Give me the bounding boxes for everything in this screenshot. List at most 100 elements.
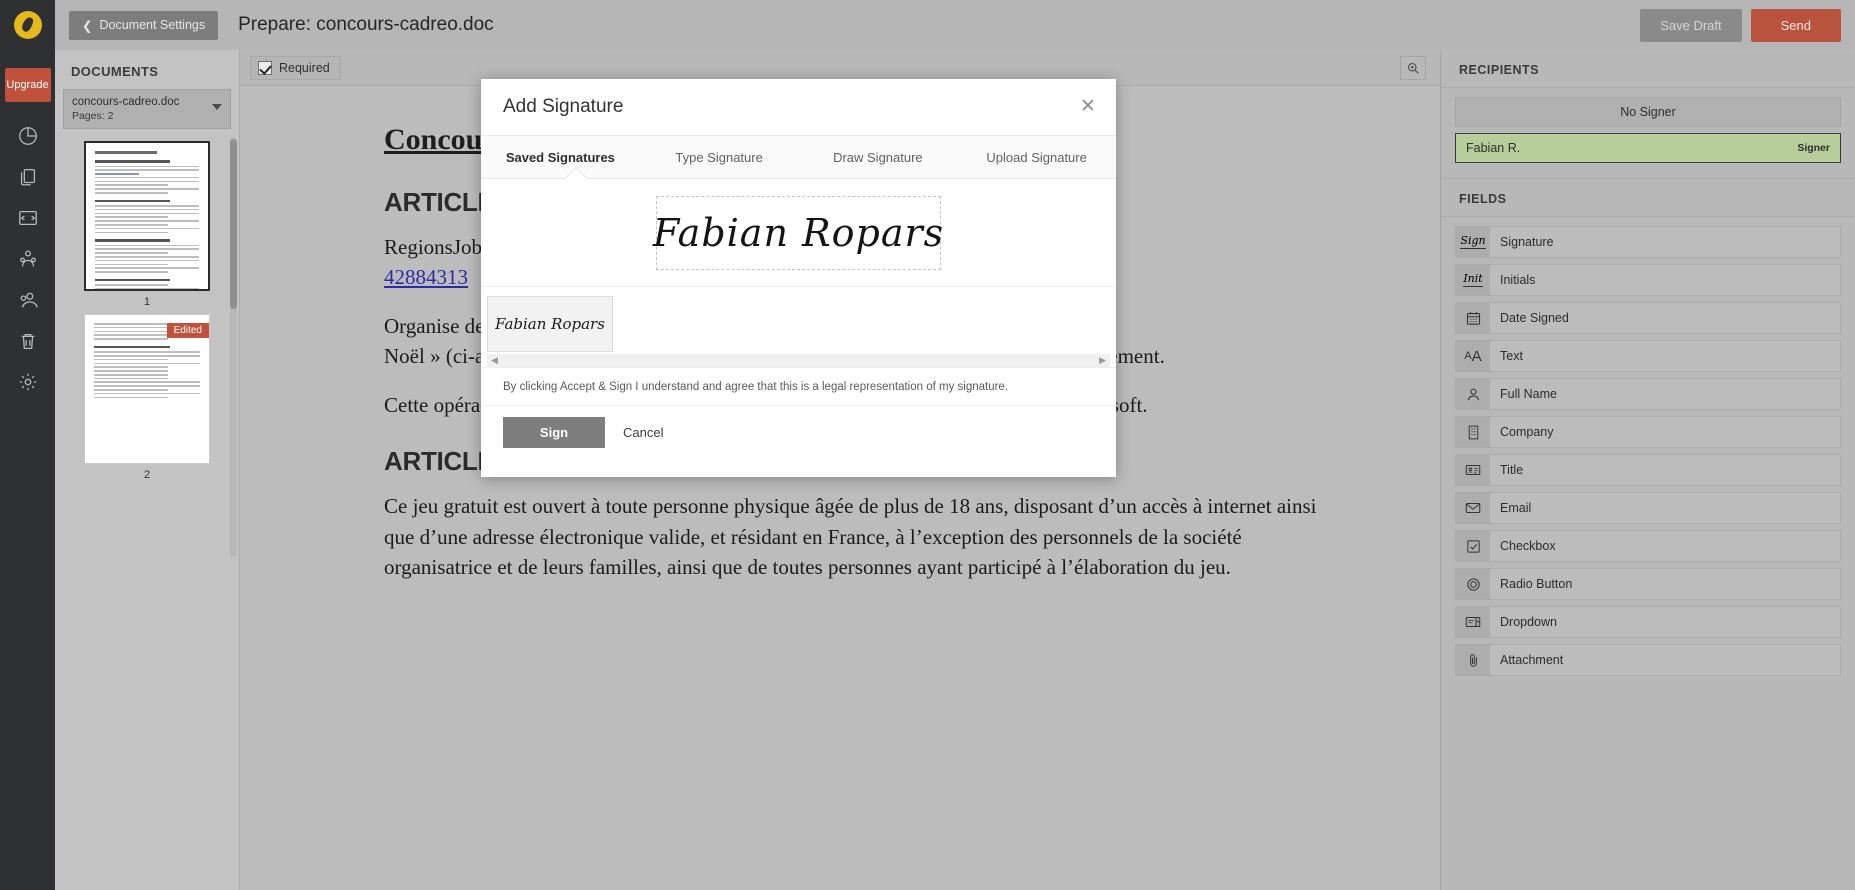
cancel-button[interactable]: Cancel (623, 425, 663, 440)
documents-heading: DOCUMENTS (71, 64, 159, 79)
field-title[interactable]: Title (1455, 454, 1841, 486)
calendar-icon (1456, 303, 1490, 333)
top-bar-actions: Save Draft Send (1640, 8, 1841, 42)
signature-preview-area: Fabian Ropars (481, 179, 1116, 286)
tab-saved-signatures[interactable]: Saved Signatures (481, 150, 640, 165)
paragraph-1-start: RegionsJob (384, 235, 483, 259)
field-text[interactable]: AA Text (1455, 340, 1841, 372)
app-root: Upgrade DOCUMENTS concours-cadreo.doc Pa… (0, 0, 1855, 890)
field-label: Checkbox (1490, 531, 1840, 561)
siret-link[interactable]: 42884313 (384, 265, 468, 289)
envelope-icon (1456, 493, 1490, 523)
save-draft-button[interactable]: Save Draft (1640, 8, 1742, 42)
modal-header: Add Signature ✕ (481, 79, 1116, 136)
recipients-list: No Signer Fabian R. Signer (1441, 88, 1855, 179)
thumbnail-item[interactable]: 1 (55, 141, 239, 308)
signature-tabs: Saved Signatures Type Signature Draw Sig… (481, 136, 1116, 190)
thumbnail-scrollbar-thumb[interactable] (230, 139, 237, 309)
zoom-in-icon[interactable] (1400, 56, 1426, 80)
thumbnail-content (86, 143, 208, 289)
attachment-icon (1456, 645, 1490, 675)
field-label: Radio Button (1490, 569, 1840, 599)
page-thumbnail[interactable] (84, 141, 210, 291)
saved-signature-text: Fabian Ropars (495, 315, 605, 333)
team-icon[interactable] (8, 247, 48, 271)
radio-icon (1456, 569, 1490, 599)
upgrade-button[interactable]: Upgrade (4, 68, 51, 102)
initials-icon: Init (1456, 265, 1490, 295)
top-bar: ❮ Document Settings Prepare: concours-ca… (55, 0, 1855, 50)
field-checkbox[interactable]: Checkbox (1455, 530, 1841, 562)
field-attachment[interactable]: Attachment (1455, 644, 1841, 676)
thumbnail-number: 2 (143, 469, 151, 481)
checkbox-icon (1456, 531, 1490, 561)
contacts-icon[interactable] (8, 288, 48, 312)
field-radio-button[interactable]: Radio Button (1455, 568, 1841, 600)
field-signature[interactable]: Sign Signature (1455, 226, 1841, 258)
tab-draw-signature[interactable]: Draw Signature (799, 150, 958, 165)
recipient-no-signer[interactable]: No Signer (1455, 97, 1841, 127)
page-title: Prepare: concours-cadreo.doc (238, 14, 494, 35)
document-settings-back-button[interactable]: ❮ Document Settings (69, 10, 219, 40)
scroll-right-icon[interactable]: ▶ (1099, 355, 1106, 366)
right-panel: RECIPIENTS No Signer Fabian R. Signer FI… (1440, 50, 1855, 890)
field-full-name[interactable]: Full Name (1455, 378, 1841, 410)
fields-list: Sign Signature Init Initials Date Signed (1441, 217, 1855, 691)
edited-badge: Edited (166, 323, 209, 338)
field-company[interactable]: Company (1455, 416, 1841, 448)
field-label: Title (1490, 455, 1840, 485)
templates-icon[interactable] (8, 206, 48, 230)
signature-icon: Sign (1456, 227, 1490, 257)
saved-signatures-section: Fabian Ropars ◀ ▶ (481, 286, 1116, 367)
required-label: Required (279, 60, 330, 75)
field-label: Attachment (1490, 645, 1840, 675)
page-thumbnail-list: 1 Edited 2 (55, 129, 239, 557)
field-dropdown[interactable]: Dropdown (1455, 606, 1841, 638)
field-initials[interactable]: Init Initials (1455, 264, 1841, 296)
documents-panel: DOCUMENTS concours-cadreo.doc Pages: 2 1… (55, 50, 240, 890)
text-icon: AA (1456, 341, 1490, 371)
recipient-role-tag: Signer (1797, 142, 1830, 154)
app-logo[interactable] (0, 0, 55, 50)
building-icon (1456, 417, 1490, 447)
logo-icon (13, 11, 42, 39)
saved-signature-card[interactable]: Fabian Ropars (487, 296, 613, 352)
saved-signatures-scrollbar[interactable]: ◀ ▶ (487, 354, 1110, 367)
thumbnail-item[interactable]: Edited 2 (55, 314, 239, 481)
left-nav-rail: Upgrade (0, 0, 55, 890)
document-selector[interactable]: concours-cadreo.doc Pages: 2 (63, 89, 231, 129)
document-name: concours-cadreo.doc (72, 96, 180, 108)
dashboard-icon[interactable] (8, 124, 48, 148)
checkmark-icon (258, 60, 272, 75)
chevron-left-icon: ❮ (82, 18, 93, 33)
chevron-down-icon (212, 104, 222, 110)
settings-icon[interactable] (8, 370, 48, 394)
close-icon[interactable]: ✕ (1078, 97, 1098, 118)
scroll-left-icon[interactable]: ◀ (491, 355, 498, 366)
rail-icon-list (8, 124, 48, 394)
add-signature-modal: Add Signature ✕ Saved Signatures Type Si… (481, 79, 1116, 477)
trash-icon[interactable] (8, 329, 48, 353)
field-date-signed[interactable]: Date Signed (1455, 302, 1841, 334)
page-thumbnail[interactable]: Edited (84, 314, 210, 464)
signature-preview-box[interactable]: Fabian Ropars (652, 195, 945, 270)
send-button[interactable]: Send (1750, 8, 1841, 42)
modal-footer: Sign Cancel (481, 405, 1116, 459)
person-icon (1456, 379, 1490, 409)
tab-upload-signature[interactable]: Upload Signature (957, 150, 1116, 165)
field-label: Dropdown (1490, 607, 1840, 637)
documents-icon[interactable] (8, 165, 48, 189)
sign-button[interactable]: Sign (503, 417, 605, 448)
id-card-icon (1456, 455, 1490, 485)
tab-type-signature[interactable]: Type Signature (640, 150, 799, 165)
required-checkbox[interactable]: Required (250, 55, 341, 80)
signature-preview-text: Fabian Ropars (652, 210, 945, 255)
field-label: Full Name (1490, 379, 1840, 409)
legal-disclaimer: By clicking Accept & Sign I understand a… (481, 367, 1116, 405)
recipient-fabian-r[interactable]: Fabian R. Signer (1455, 133, 1841, 163)
field-email[interactable]: Email (1455, 492, 1841, 524)
recipient-name: Fabian R. (1466, 141, 1521, 155)
field-label: Email (1490, 493, 1840, 523)
field-label: Company (1490, 417, 1840, 447)
field-label: Initials (1490, 265, 1840, 295)
